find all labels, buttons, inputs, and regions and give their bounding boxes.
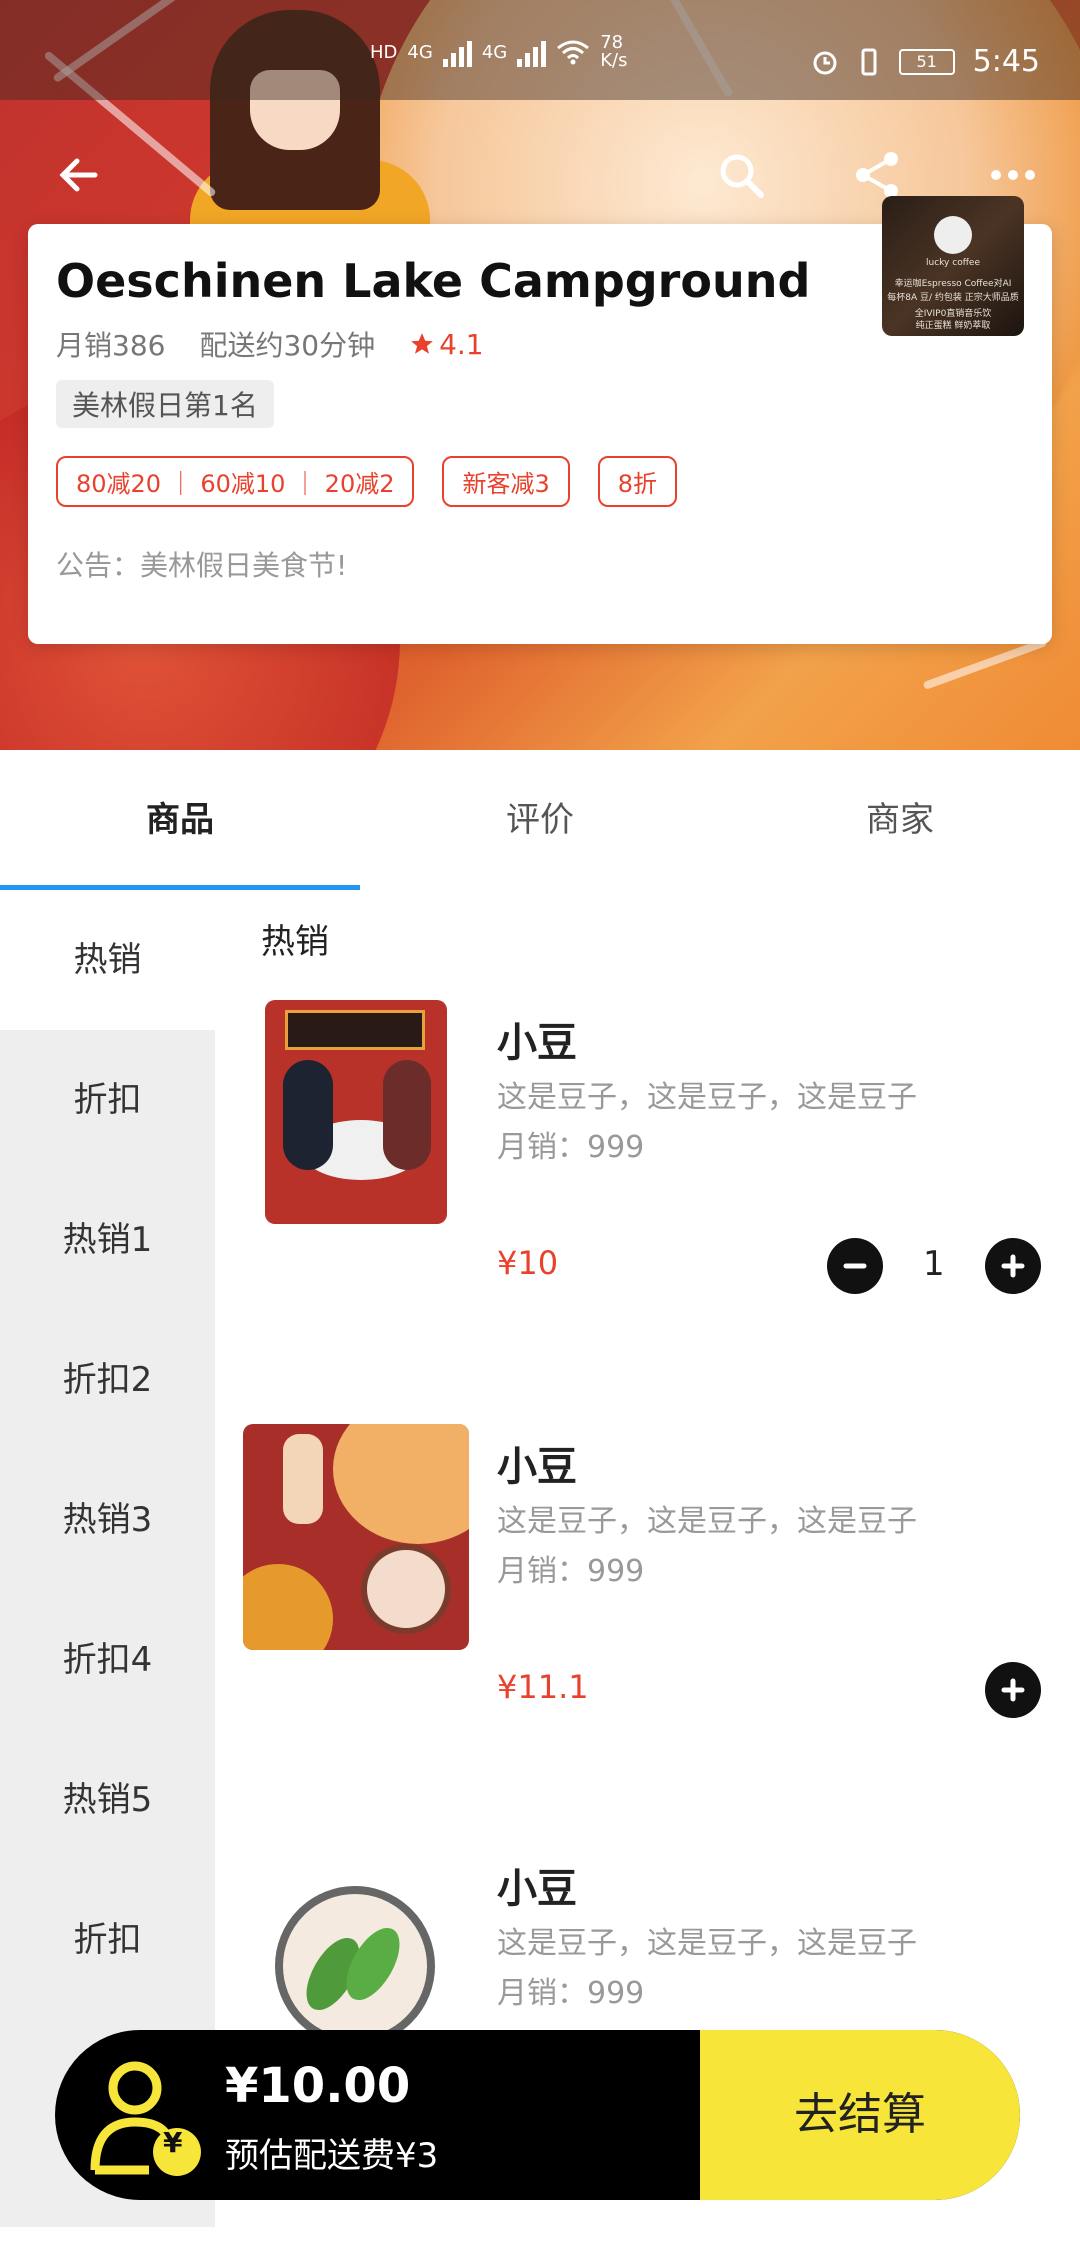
sidebar-item-hot5[interactable]: 热销5	[0, 1730, 215, 1870]
shop-rank-badge: 美林假日第1名	[56, 380, 274, 428]
product-name: 小豆	[497, 1866, 577, 1912]
cart-summary[interactable]: ¥ ¥10.00 预估配送费¥3	[55, 2030, 700, 2200]
shop-name: Oeschinen Lake Campground	[56, 254, 811, 308]
product-item[interactable]: 小豆 这是豆子，这是豆子，这是豆子 月销：999 ¥10 1	[215, 1000, 1080, 1420]
network-type-2: 4G	[481, 41, 508, 63]
plus-icon	[1001, 1678, 1025, 1702]
promo-tag[interactable]: 80减20 ｜ 60减10 ｜ 20减2	[56, 456, 415, 507]
product-price: ¥10	[497, 1244, 559, 1282]
promo-tag[interactable]: 新客减3	[442, 456, 570, 507]
arrow-left-icon	[59, 158, 98, 192]
product-image	[243, 1424, 469, 1650]
section-title: 热销	[261, 922, 329, 962]
quantity-value: 1	[923, 1244, 945, 1284]
decrease-button[interactable]	[827, 1238, 883, 1294]
signal-icon-2	[517, 37, 547, 67]
product-name: 小豆	[497, 1020, 577, 1066]
alarm-icon	[813, 51, 837, 74]
deer-logo-icon	[934, 216, 972, 254]
product-desc: 这是豆子，这是豆子，这是豆子	[497, 1504, 917, 1539]
sidebar-item-hot1[interactable]: 热销1	[0, 1170, 215, 1310]
shop-rating: 4.1	[409, 328, 484, 361]
product-desc: 这是豆子，这是豆子，这是豆子	[497, 1080, 917, 1115]
promo-tag[interactable]: 8折	[597, 456, 678, 507]
network-speed: 78 K/s	[600, 32, 628, 71]
currency-badge: ¥	[163, 2126, 183, 2159]
product-image	[275, 1886, 435, 2046]
delivery-time: 配送约30分钟	[199, 329, 376, 362]
promo-list: 80减20 ｜ 60减10 ｜ 20减2 新客减3 8折	[56, 456, 678, 507]
increase-button[interactable]	[985, 1662, 1041, 1718]
back-button[interactable]	[44, 140, 114, 210]
hd-indicator: HD	[370, 41, 398, 63]
network-type: 4G	[407, 41, 433, 63]
wifi-icon	[557, 40, 590, 65]
sidebar-item-discount[interactable]: 折扣	[0, 1030, 215, 1170]
product-desc: 这是豆子，这是豆子，这是豆子	[497, 1926, 917, 1961]
tab-goods[interactable]: 商品	[0, 750, 360, 890]
sidebar-item-discount2[interactable]: 折扣2	[0, 1310, 215, 1450]
vibrate-icon	[861, 48, 877, 75]
delivery-fee: 预估配送费¥3	[225, 2136, 439, 2176]
sidebar-item-discount-b[interactable]: 折扣	[0, 1870, 215, 2010]
share-icon	[856, 152, 898, 198]
product-sales: 月销：999	[497, 1976, 645, 2011]
cart-total: ¥10.00	[225, 2058, 411, 2114]
sidebar-item-hot3[interactable]: 热销3	[0, 1450, 215, 1590]
cart-bar[interactable]: ¥ ¥10.00 预估配送费¥3 去结算	[55, 2030, 1020, 2200]
search-icon	[720, 154, 764, 198]
tab-reviews[interactable]: 评价	[360, 750, 720, 890]
product-image	[265, 1000, 447, 1224]
product-sales: 月销：999	[497, 1130, 645, 1165]
search-button[interactable]	[706, 140, 776, 210]
signal-icon	[442, 37, 472, 67]
battery-indicator: 51	[898, 48, 955, 75]
checkout-button[interactable]: 去结算	[700, 2030, 1020, 2200]
star-icon	[411, 333, 433, 354]
tab-merchant[interactable]: 商家	[720, 750, 1080, 890]
product-sales: 月销：999	[497, 1554, 645, 1589]
clock: 5:45	[972, 44, 1040, 79]
monthly-sales: 月销386	[56, 329, 166, 362]
increase-button[interactable]	[985, 1238, 1041, 1294]
banner-decoration	[922, 638, 1048, 690]
tab-bar: 商品 评价 商家	[0, 750, 1080, 890]
shop-meta: 月销386 配送约30分钟 4.1	[56, 324, 484, 364]
sidebar-item-discount4[interactable]: 折扣4	[0, 1590, 215, 1730]
product-item[interactable]: 小豆 这是豆子，这是豆子，这是豆子 月销：999 ¥11.1	[215, 1424, 1080, 1844]
shop-logo: lucky coffee 幸运咖Espresso Coffee对AI 每杯8A …	[882, 196, 1024, 336]
sidebar-item-hot[interactable]: 热销	[0, 890, 215, 1030]
more-icon	[991, 170, 1035, 180]
cart-user-icon	[90, 2061, 201, 2176]
category-sidebar: 热销 折扣 热销1 折扣2 热销3 折扣4 热销5 折扣 折扣	[0, 890, 215, 2227]
shop-notice: 公告：美林假日美食节!	[56, 549, 348, 582]
product-name: 小豆	[497, 1444, 577, 1490]
plus-icon	[1001, 1254, 1025, 1278]
product-list: 热销 小豆 这是豆子，这是豆子，这是豆子 月销：999 ¥10 1 小豆 这是豆…	[215, 890, 1080, 2227]
status-bar: HD 4G 4G 78 K/s 51 5:45	[0, 0, 1080, 100]
product-price: ¥11.1	[497, 1668, 589, 1706]
minus-icon	[843, 1263, 867, 1269]
